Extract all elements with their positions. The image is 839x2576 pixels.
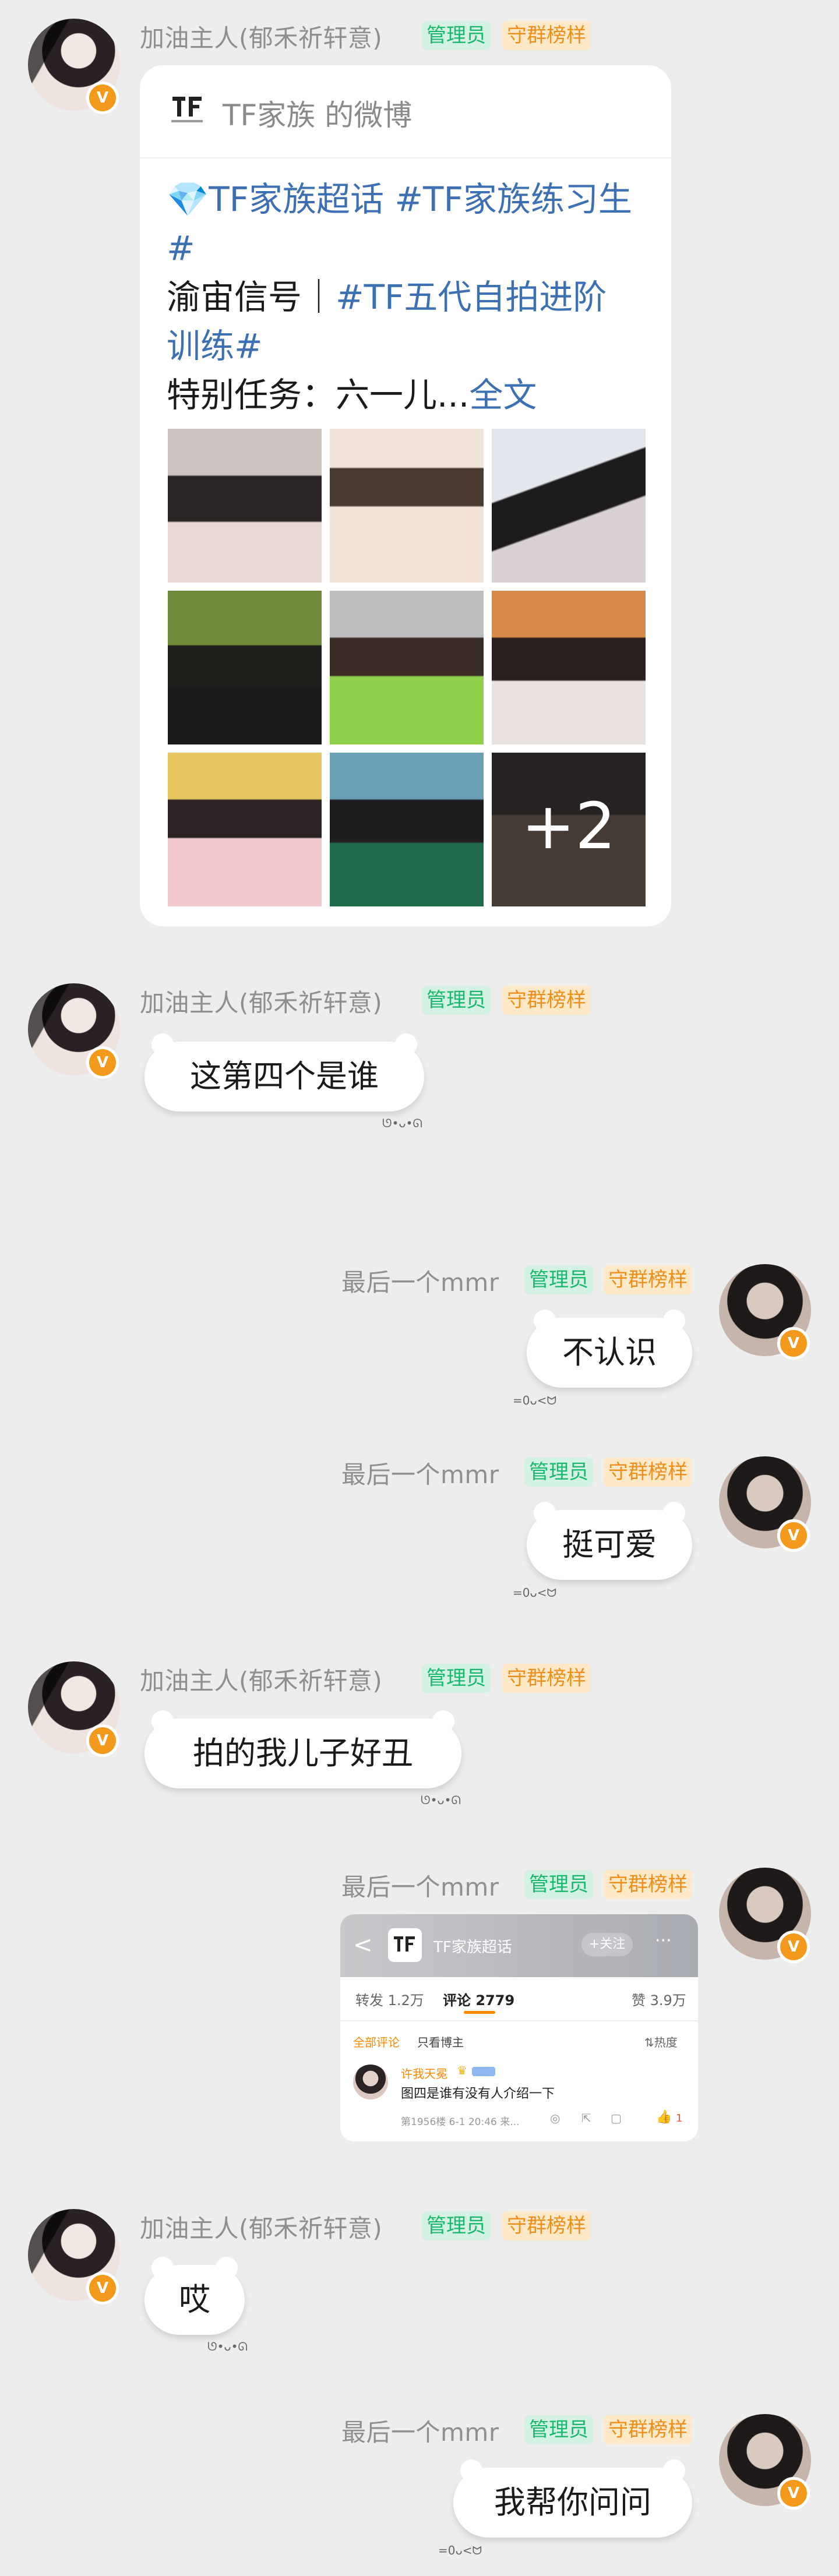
admin-tag: 管理员 [422,1664,491,1693]
guard-tag: 守群榜样 [502,986,591,1015]
post-line-3: 渝宙信号｜#TF五代自拍进阶 [167,273,607,322]
sender-name: 最后一个mmr [341,2418,499,2447]
admin-tag: 管理员 [524,1265,593,1294]
more-photos-count: +2 [521,789,616,863]
sender-name: 最后一个mmr [341,1460,499,1489]
bubble-kaomoji: =0ᴗ<ᗢ [438,2543,482,2557]
comments-underline [464,2011,495,2014]
guard-tag: 守群榜样 [604,2415,692,2444]
admin-tag: 管理员 [524,1870,593,1899]
comments-count: 评论 2779 [443,1992,515,2009]
comment-icon: ▢ [611,2111,622,2125]
crown-icon: ♛ [457,2063,467,2077]
photo-1[interactable] [168,429,322,583]
weibo-share-card[interactable]: TF家族 的微博 💎TF家族超话 #TF家族练习生 # 渝宙信号｜#TF五代自拍… [140,65,671,926]
bubble-kaomoji: ᘎ•ᴗ•ᘏ [207,2339,248,2353]
photo-9[interactable]: +2 [492,753,646,906]
verified-badge-icon: V [777,1931,810,1963]
guard-tag: 守群榜样 [502,1664,591,1693]
screenshot-title: TF家族超话 [433,1939,512,1956]
photo-4[interactable] [168,591,322,744]
commenter-avatar [353,2065,388,2099]
post-line-5: 特别任务：六一儿...全文 [167,370,537,419]
bubble-kaomoji: =0ᴗ<ᗢ [513,1393,557,1407]
bubble-kaomoji: =0ᴗ<ᗢ [513,1586,557,1600]
bubble-kaomoji: ᘎ•ᴗ•ᘏ [382,1116,423,1130]
reply-icon: ◎ [550,2111,560,2125]
stats-divider [340,2020,698,2021]
verified-badge-icon: V [86,1046,119,1079]
sender-name: 加油主人(郁禾祈轩意) [140,24,383,52]
post-text: 渝宙信号｜ [167,277,336,317]
verified-badge-icon: V [777,1519,810,1552]
comment-text: 图四是谁有没有人介绍一下 [401,2087,555,2101]
photo-5[interactable] [330,591,484,744]
more-icon: ··· [655,1931,672,1951]
admin-tag: 管理员 [524,2415,593,2444]
member-badge-icon [472,2067,495,2076]
card-divider [140,157,671,158]
sender-name: 加油主人(郁禾祈轩意) [140,2214,383,2243]
sender-name: 最后一个mmr [341,1873,499,1901]
guard-tag: 守群榜样 [502,2211,591,2240]
message-bubble[interactable]: 挺可爱 [527,1502,692,1580]
weibo-logo-icon [167,90,207,130]
reposts-count: 转发 1.2万 [355,1992,424,2009]
message-bubble[interactable]: 不认识 [527,1310,692,1388]
post-line-2: # [167,224,195,273]
guard-tag: 守群榜样 [604,1870,692,1899]
admin-tag: 管理员 [422,2211,491,2240]
filter-all-comments: 全部评论 [353,2035,400,2049]
hashtag-supertopic[interactable]: TF家族超话 [209,179,384,219]
back-icon: < [353,1932,373,1959]
share-icon: ⇱ [581,2111,591,2125]
full-text-link[interactable]: 全文 [469,375,537,415]
verified-badge-icon: V [86,82,119,114]
like-icon: 👍 [656,2110,672,2125]
photo-6[interactable] [492,591,646,744]
commenter-name: 许我天冕 [401,2067,447,2081]
post-line-4: 训练# [167,322,263,370]
guard-tag: 守群榜样 [502,21,591,50]
bubble-kaomoji: ᘎ•ᴗ•ᘏ [421,1793,461,1807]
message-bubble[interactable]: 这第四个是谁 [144,1033,424,1111]
verified-badge-icon: V [777,2477,810,2510]
sender-name: 最后一个mmr [341,1268,499,1297]
post-line-1[interactable]: 💎TF家族超话 #TF家族练习生 [167,175,632,224]
photo-3[interactable] [492,429,646,583]
guard-tag: 守群榜样 [604,1265,692,1294]
card-source: TF家族 的微博 [223,98,413,132]
like-count: 1 [676,2112,683,2125]
sort-by-heat: ⇅热度 [644,2035,678,2049]
post-text-tail: 特别任务：六一儿... [167,375,470,415]
diamond-icon: 💎 [167,179,209,219]
supertopic-logo-icon [388,1928,422,1962]
photo-7[interactable] [168,753,322,906]
admin-tag: 管理员 [524,1458,593,1487]
sender-name: 加油主人(郁禾祈轩意) [140,989,383,1017]
hashtag-selfie[interactable]: #TF五代自拍进阶 [336,277,607,317]
hashtag-end[interactable]: # [167,228,195,268]
admin-tag: 管理员 [422,986,491,1015]
filter-owner-only: 只看博主 [417,2035,464,2049]
screenshot-image[interactable]: < TF家族超话 +关注 ··· 转发 1.2万 评论 2779 赞 3.9万 … [340,1914,698,2141]
guard-tag: 守群榜样 [604,1458,692,1487]
likes-count: 赞 3.9万 [632,1992,686,2009]
photo-8[interactable] [330,753,484,906]
comment-meta: 第1956楼 6-1 20:46 来... [401,2116,520,2128]
message-bubble[interactable]: 拍的我儿子好丑 [144,1710,461,1788]
sender-name: 加油主人(郁禾祈轩意) [140,1667,383,1695]
photo-2[interactable] [330,429,484,583]
hashtag-trainee[interactable]: #TF家族练习生 [394,179,632,219]
message-bubble[interactable]: 我帮你问问 [453,2459,692,2538]
verified-badge-icon: V [777,1327,810,1360]
admin-tag: 管理员 [422,21,491,50]
message-bubble[interactable]: 哎 [144,2257,245,2335]
verified-badge-icon: V [86,1724,119,1757]
follow-button: +关注 [581,1933,633,1956]
verified-badge-icon: V [86,2272,119,2305]
hashtag-selfie-end[interactable]: 训练# [167,326,263,366]
